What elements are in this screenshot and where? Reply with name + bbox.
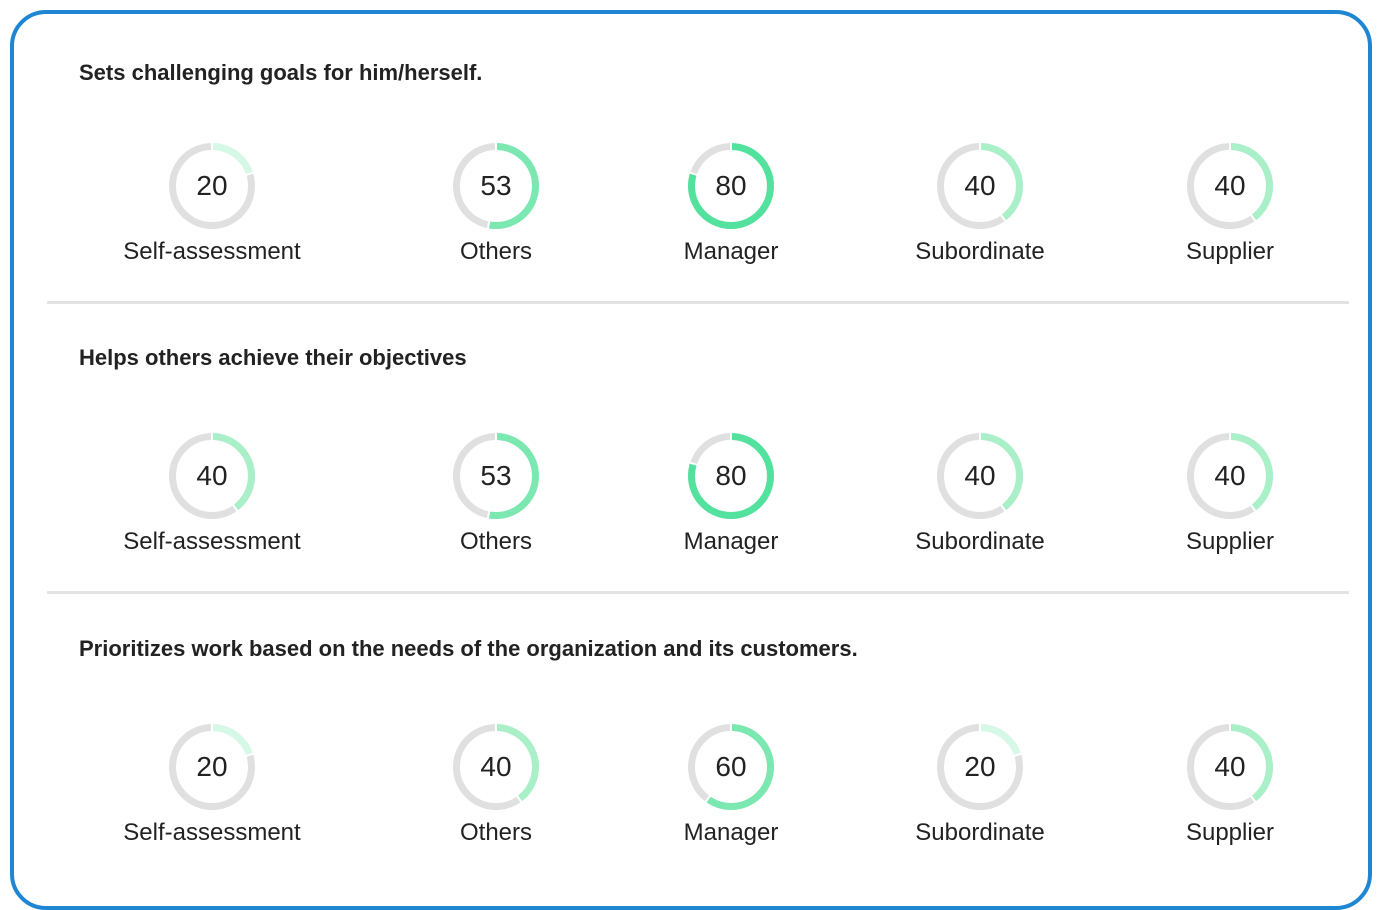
score-ring: 40 (1186, 432, 1274, 520)
rater-label: Others (459, 528, 533, 555)
score-ring: 40 (936, 142, 1024, 230)
score-others: 53 Others (376, 432, 616, 556)
section-divider (47, 301, 1349, 304)
score-supplier: 40 Supplier (1110, 723, 1350, 847)
score-self-assessment: 40 Self-assessment (92, 432, 332, 556)
score-others: 40 Others (376, 723, 616, 847)
score-value: 40 (196, 460, 228, 491)
score-ring: 53 (452, 432, 540, 520)
score-value: 53 (480, 170, 512, 201)
score-subordinate: 40 Subordinate (860, 142, 1100, 266)
score-value: 40 (1214, 170, 1246, 201)
score-ring: 20 (168, 723, 256, 811)
score-ring: 80 (687, 432, 775, 520)
rater-label: Supplier (1185, 238, 1275, 265)
score-subordinate: 20 Subordinate (860, 723, 1100, 847)
score-subordinate: 40 Subordinate (860, 432, 1100, 556)
score-ring: 40 (1186, 723, 1274, 811)
score-ring: 40 (452, 723, 540, 811)
score-others: 53 Others (376, 142, 616, 266)
score-value: 20 (196, 170, 228, 201)
score-value: 40 (1214, 751, 1246, 782)
score-supplier: 40 Supplier (1110, 142, 1350, 266)
score-value: 53 (480, 460, 512, 491)
score-value: 20 (196, 751, 228, 782)
score-value: 80 (715, 170, 747, 201)
rater-label: Self-assessment (123, 528, 301, 555)
score-value: 40 (1214, 460, 1246, 491)
section-title: Sets challenging goals for him/herself. (79, 60, 483, 85)
score-ring: 60 (687, 723, 775, 811)
score-ring: 40 (936, 432, 1024, 520)
feedback-card: Sets challenging goals for him/herself. … (10, 10, 1372, 910)
rater-label: Subordinate (915, 819, 1045, 846)
rater-label: Self-assessment (123, 238, 301, 265)
score-manager: 80 Manager (611, 432, 851, 556)
score-value: 60 (715, 751, 747, 782)
score-value: 40 (964, 460, 996, 491)
score-ring: 40 (1186, 142, 1274, 230)
score-supplier: 40 Supplier (1110, 432, 1350, 556)
score-ring: 20 (936, 723, 1024, 811)
rater-label: Manager (683, 238, 779, 265)
rater-label: Others (459, 819, 533, 846)
score-manager: 60 Manager (611, 723, 851, 847)
rater-label: Supplier (1185, 819, 1275, 846)
score-self-assessment: 20 Self-assessment (92, 142, 332, 266)
score-ring: 80 (687, 142, 775, 230)
score-value: 80 (715, 460, 747, 491)
rater-label: Manager (683, 528, 779, 555)
score-self-assessment: 20 Self-assessment (92, 723, 332, 847)
score-ring: 20 (168, 142, 256, 230)
rater-label: Self-assessment (123, 819, 301, 846)
rater-label: Manager (683, 819, 779, 846)
rater-label: Others (459, 238, 533, 265)
score-value: 20 (964, 751, 996, 782)
rater-label: Subordinate (915, 238, 1045, 265)
section-title: Prioritizes work based on the needs of t… (79, 636, 858, 661)
score-ring: 40 (168, 432, 256, 520)
score-value: 40 (964, 170, 996, 201)
section-divider (47, 591, 1349, 594)
rater-label: Supplier (1185, 528, 1275, 555)
score-value: 40 (480, 751, 512, 782)
score-manager: 80 Manager (611, 142, 851, 266)
score-ring: 53 (452, 142, 540, 230)
section-title: Helps others achieve their objectives (79, 345, 467, 370)
rater-label: Subordinate (915, 528, 1045, 555)
